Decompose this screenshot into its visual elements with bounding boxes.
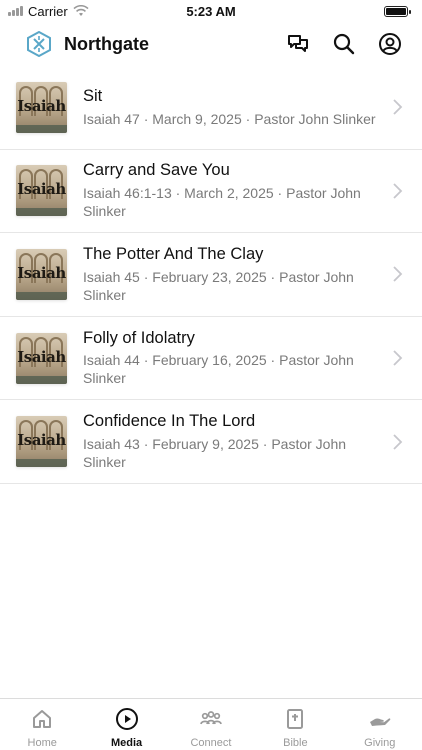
chevron-right-icon <box>393 266 403 283</box>
tab-label: Home <box>27 737 57 749</box>
sermon-subtitle: Isaiah 45 · February 23, 2025 · Pastor J… <box>83 268 354 303</box>
tab-giving[interactable]: Giving <box>338 707 422 749</box>
people-icon <box>200 711 222 725</box>
signal-icon <box>8 6 23 16</box>
sermon-title: Folly of Idolatry <box>83 328 195 347</box>
thumbnail-text: Isaiah <box>17 263 66 282</box>
play-circle-icon <box>115 708 138 730</box>
sermon-title: The Potter And The Clay <box>83 245 264 264</box>
sermon-title: Confidence In The Lord <box>83 412 256 431</box>
list-item[interactable]: Isaiah Sit Isaiah 47 · March 9, 2025 · P… <box>0 66 422 150</box>
thumbnail-text: Isaiah <box>17 96 66 115</box>
app-header: Northgate <box>0 22 422 66</box>
battery-icon <box>384 5 411 17</box>
sermon-subtitle: Isaiah 44 · February 16, 2025 · Pastor J… <box>83 352 354 387</box>
thumbnail-text: Isaiah <box>17 431 66 450</box>
home-icon <box>33 710 52 728</box>
item-text: Confidence In The Lord Isaiah 43 · Febru… <box>83 412 392 471</box>
carrier-label: Carrier <box>28 3 68 19</box>
sermon-thumbnail: Isaiah <box>16 81 67 133</box>
giving-hand-icon <box>369 718 391 726</box>
status-left: Carrier <box>8 4 89 19</box>
header-actions <box>286 32 402 56</box>
chevron-right-icon <box>393 434 403 450</box>
chat-icon[interactable] <box>286 32 310 56</box>
sermon-title: Carry and Save You <box>83 161 230 180</box>
item-text: The Potter And The Clay Isaiah 45 · Febr… <box>83 245 392 304</box>
logo-icon <box>27 31 51 57</box>
thumbnail-text: Isaiah <box>17 180 66 199</box>
sermon-list: Isaiah Sit Isaiah 47 · March 9, 2025 · P… <box>0 66 422 484</box>
tab-bar: Home Media Connect Bible Giving <box>0 698 422 750</box>
sermon-title: Sit <box>83 86 103 105</box>
chevron-right-icon <box>393 183 403 199</box>
item-text: Carry and Save You Isaiah 46:1-13 · Marc… <box>83 161 392 220</box>
chevron-right-icon <box>393 99 403 115</box>
profile-icon[interactable] <box>378 32 402 56</box>
sermon-subtitle: Isaiah 46:1-13 · March 2, 2025 · Pastor … <box>83 185 361 220</box>
tab-home[interactable]: Home <box>0 707 84 749</box>
list-item[interactable]: Isaiah Carry and Save You Isaiah 46:1-13… <box>0 150 422 234</box>
tab-label: Connect <box>190 737 232 749</box>
item-text: Sit Isaiah 47 · March 9, 2025 · Pastor J… <box>83 87 392 128</box>
tab-label: Giving <box>364 737 396 749</box>
app-title: Northgate <box>64 33 149 54</box>
sermon-subtitle: Isaiah 47 · March 9, 2025 · Pastor John … <box>83 110 376 127</box>
tab-media[interactable]: Media <box>85 707 169 749</box>
sermon-thumbnail: Isaiah <box>16 248 67 300</box>
list-item[interactable]: Isaiah The Potter And The Clay Isaiah 45… <box>0 233 422 317</box>
tab-connect[interactable]: Connect <box>169 707 253 749</box>
chevron-right-icon <box>393 350 403 366</box>
thumbnail-text: Isaiah <box>17 347 66 366</box>
bible-icon <box>287 709 304 729</box>
app-screen: Carrier 5:23 AM Northgate Isaiah Sit Isa… <box>0 0 422 750</box>
sermon-thumbnail: Isaiah <box>16 332 67 384</box>
status-bar: Carrier 5:23 AM <box>0 0 422 22</box>
search-icon[interactable] <box>332 32 356 56</box>
list-item[interactable]: Isaiah Folly of Idolatry Isaiah 44 · Feb… <box>0 317 422 401</box>
tab-label: Bible <box>283 737 308 749</box>
item-text: Folly of Idolatry Isaiah 44 · February 1… <box>83 329 392 388</box>
tab-label: Media <box>110 737 143 749</box>
sermon-thumbnail: Isaiah <box>16 165 67 217</box>
sermon-subtitle: Isaiah 43 · February 9, 2025 · Pastor Jo… <box>83 436 347 471</box>
sermon-thumbnail: Isaiah <box>16 416 67 468</box>
tab-bible[interactable]: Bible <box>253 707 337 749</box>
list-item[interactable]: Isaiah Confidence In The Lord Isaiah 43 … <box>0 400 422 484</box>
wifi-icon <box>73 5 89 16</box>
